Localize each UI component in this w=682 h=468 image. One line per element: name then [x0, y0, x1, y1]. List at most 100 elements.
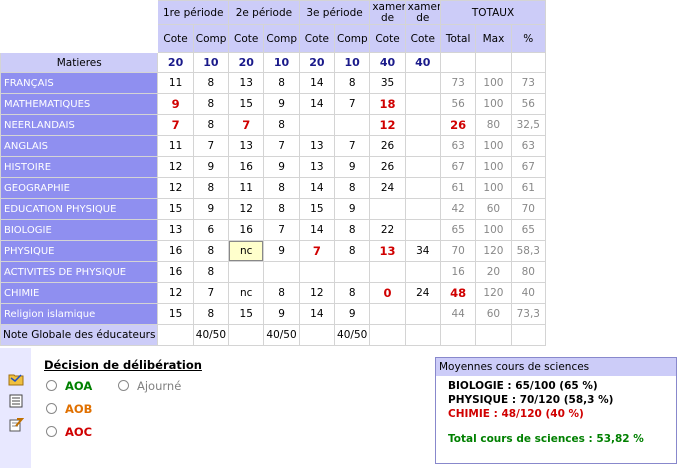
grade-cell[interactable]: 16	[228, 156, 265, 178]
grade-cell[interactable]: 9	[334, 156, 371, 178]
grade-cell[interactable]: 11	[157, 72, 194, 94]
grade-cell[interactable]: 9	[263, 156, 300, 178]
folder-icon[interactable]	[8, 372, 24, 386]
grade-cell[interactable]	[369, 198, 406, 220]
grade-cell[interactable]: 9	[334, 303, 371, 325]
grade-cell[interactable]: 14	[298, 72, 336, 94]
grade-cell[interactable]: 11	[157, 135, 194, 157]
grade-cell[interactable]: 8	[263, 282, 300, 304]
grade-cell[interactable]: 7	[263, 219, 300, 241]
grade-cell[interactable]: 8	[334, 240, 371, 262]
grade-cell[interactable]: nc	[228, 240, 265, 262]
subject-name[interactable]: Religion islamique	[0, 303, 159, 325]
subject-name[interactable]: HISTOIRE	[0, 156, 159, 178]
grade-cell[interactable]	[404, 261, 441, 283]
grade-cell[interactable]: 9	[263, 93, 300, 115]
grade-cell[interactable]: nc	[228, 282, 265, 304]
grade-cell[interactable]	[404, 156, 441, 178]
grade-cell[interactable]: 16	[228, 219, 265, 241]
grade-cell[interactable]: 8	[334, 72, 371, 94]
grade-cell[interactable]: 12	[369, 114, 406, 136]
grade-cell[interactable]: 15	[228, 93, 265, 115]
grade-cell[interactable]: 7	[157, 114, 194, 136]
grade-cell[interactable]	[404, 219, 441, 241]
grade-cell[interactable]: 12	[228, 198, 265, 220]
grade-cell[interactable]: 26	[369, 135, 406, 157]
grade-cell[interactable]: 13	[228, 72, 265, 94]
grade-cell[interactable]: 8	[192, 72, 230, 94]
document-edit-icon[interactable]	[8, 418, 25, 432]
grade-cell[interactable]: 13	[157, 219, 194, 241]
radio-circle[interactable]	[46, 403, 57, 414]
subject-name[interactable]: CHIMIE	[0, 282, 159, 304]
grade-cell[interactable]: 8	[334, 219, 371, 241]
grade-cell[interactable]: 14	[298, 177, 336, 199]
grade-cell[interactable]: 8	[192, 261, 230, 283]
grade-cell[interactable]: 15	[157, 198, 194, 220]
radio-circle[interactable]	[118, 380, 129, 391]
grade-cell[interactable]: 16	[157, 240, 194, 262]
grade-cell[interactable]: 12	[298, 282, 336, 304]
grade-cell[interactable]: 12	[157, 156, 194, 178]
grade-cell[interactable]	[369, 303, 406, 325]
grade-cell[interactable]: 15	[228, 303, 265, 325]
grade-cell[interactable]: 8	[192, 114, 230, 136]
grade-cell[interactable]: 9	[157, 93, 194, 115]
grade-cell[interactable]	[263, 261, 300, 283]
grade-cell[interactable]: 35	[369, 72, 406, 94]
grade-cell[interactable]	[298, 261, 336, 283]
grade-cell[interactable]: 8	[334, 282, 371, 304]
grade-cell[interactable]: 7	[334, 93, 371, 115]
grade-cell[interactable]	[334, 114, 371, 136]
grade-cell[interactable]: 6	[192, 219, 230, 241]
subject-name[interactable]: BIOLOGIE	[0, 219, 159, 241]
list-icon[interactable]	[8, 394, 24, 408]
subject-name[interactable]: PHYSIQUE	[0, 240, 159, 262]
grade-cell[interactable]: 7	[334, 135, 371, 157]
subject-name[interactable]: FRANÇAIS	[0, 72, 159, 94]
grade-cell[interactable]: 7	[228, 114, 265, 136]
radio-ajourne[interactable]: Ajourné	[118, 379, 181, 393]
subject-name[interactable]: MATHEMATIQUES	[0, 93, 159, 115]
grade-cell[interactable]	[369, 261, 406, 283]
grade-cell[interactable]: 8	[263, 114, 300, 136]
subject-name[interactable]: ANGLAIS	[0, 135, 159, 157]
subject-name[interactable]: ACTIVITES DE PHYSIQUE	[0, 261, 159, 283]
grade-cell[interactable]: 15	[157, 303, 194, 325]
grade-cell[interactable]: 15	[298, 198, 336, 220]
grade-cell[interactable]	[228, 261, 265, 283]
grade-cell[interactable]: 24	[369, 177, 406, 199]
radio-aoa[interactable]: AOA	[46, 379, 92, 393]
grade-cell[interactable]: 9	[263, 303, 300, 325]
grade-cell[interactable]: 12	[157, 177, 194, 199]
grade-cell[interactable]: 8	[263, 177, 300, 199]
grade-cell[interactable]: 8	[192, 177, 230, 199]
grade-cell[interactable]: 8	[263, 72, 300, 94]
grade-cell[interactable]: 0	[369, 282, 406, 304]
grade-cell[interactable]: 8	[334, 177, 371, 199]
grade-cell[interactable]: 8	[263, 198, 300, 220]
grade-cell[interactable]	[404, 198, 441, 220]
grade-cell[interactable]	[404, 93, 441, 115]
radio-aob[interactable]: AOB	[46, 402, 92, 416]
grade-cell[interactable]: 7	[298, 240, 336, 262]
grade-cell[interactable]: 9	[192, 156, 230, 178]
grade-cell[interactable]: 7	[263, 135, 300, 157]
grade-cell[interactable]	[404, 177, 441, 199]
grade-cell[interactable]	[404, 135, 441, 157]
grade-cell[interactable]: 14	[298, 219, 336, 241]
grade-cell[interactable]: 22	[369, 219, 406, 241]
grade-cell[interactable]: 8	[192, 93, 230, 115]
grade-cell[interactable]: 11	[228, 177, 265, 199]
grade-cell[interactable]	[334, 261, 371, 283]
radio-circle[interactable]	[46, 426, 57, 437]
grade-cell[interactable]: 7	[192, 282, 230, 304]
grade-cell[interactable]: 9	[263, 240, 300, 262]
grade-cell[interactable]: 12	[157, 282, 194, 304]
grade-cell[interactable]: 26	[369, 156, 406, 178]
grade-cell[interactable]: 13	[228, 135, 265, 157]
grade-cell[interactable]: 34	[404, 240, 441, 262]
grade-cell[interactable]: 13	[369, 240, 406, 262]
grade-cell[interactable]: 24	[404, 282, 441, 304]
grade-cell[interactable]: 9	[334, 198, 371, 220]
